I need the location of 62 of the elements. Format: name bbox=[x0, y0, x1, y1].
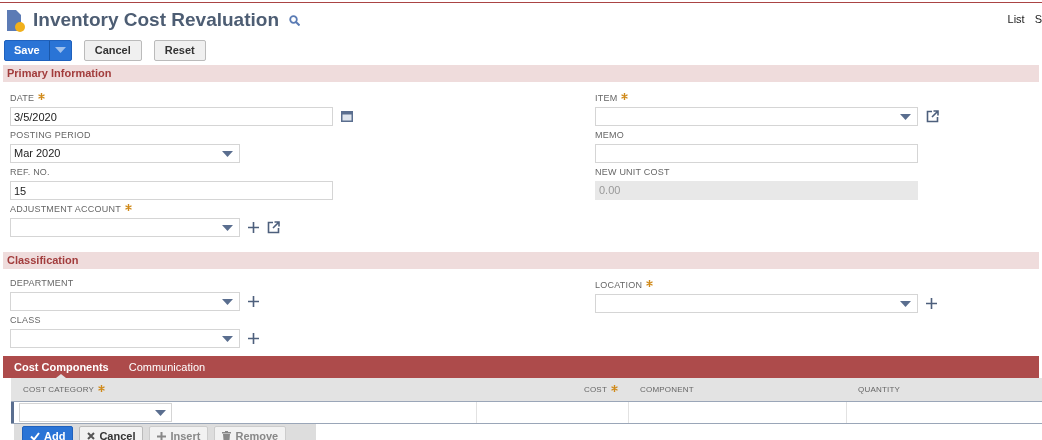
open-link-icon[interactable] bbox=[926, 110, 939, 123]
caret-icon bbox=[54, 47, 66, 53]
input-field[interactable]: 3/5/2020 bbox=[10, 107, 333, 126]
nav-link[interactable]: S bbox=[1034, 10, 1042, 28]
field-label: REF. NO. bbox=[10, 166, 50, 178]
column-header: QUANTITY bbox=[858, 383, 901, 396]
required-icon bbox=[124, 204, 132, 211]
form-button[interactable]: Cancel bbox=[83, 39, 142, 61]
page-title: Inventory Cost Revaluation bbox=[33, 8, 279, 33]
column-header: COMPONENT bbox=[640, 383, 694, 396]
caret-icon bbox=[222, 335, 233, 342]
caret-icon bbox=[222, 150, 233, 157]
column-header: COST bbox=[583, 383, 607, 396]
section-header: Primary Information bbox=[3, 65, 1039, 82]
field-label: ITEM bbox=[595, 92, 618, 104]
required-icon bbox=[611, 384, 618, 392]
caret-icon bbox=[222, 224, 233, 231]
caret-icon bbox=[900, 300, 911, 307]
close-icon bbox=[87, 432, 96, 440]
field-label: NEW UNIT COST bbox=[595, 166, 670, 178]
field-label: LOCATION bbox=[595, 279, 643, 291]
plus-icon[interactable] bbox=[926, 298, 937, 309]
section-header: Classification bbox=[3, 252, 1039, 269]
dropdown-field[interactable] bbox=[10, 329, 240, 348]
tab[interactable]: Communication bbox=[128, 356, 206, 378]
field-label: ADJUSTMENT ACCOUNT bbox=[10, 203, 121, 215]
caret-icon bbox=[155, 409, 166, 416]
add-button[interactable]: Add bbox=[22, 425, 74, 440]
dropdown-field[interactable] bbox=[595, 294, 918, 313]
dropdown-field[interactable] bbox=[10, 292, 240, 311]
required-icon bbox=[98, 384, 106, 392]
nav-link[interactable]: List bbox=[1007, 10, 1025, 28]
document-icon bbox=[6, 8, 26, 33]
form-button[interactable]: Reset bbox=[153, 39, 206, 61]
field-label: POSTING PERIOD bbox=[10, 129, 91, 141]
plus-icon[interactable] bbox=[248, 222, 259, 233]
search-icon[interactable] bbox=[289, 15, 300, 26]
calendar-icon[interactable] bbox=[341, 111, 353, 122]
field-label: CLASS bbox=[10, 314, 41, 326]
input-field[interactable]: 15 bbox=[10, 181, 333, 200]
dropdown-field[interactable]: Mar 2020 bbox=[10, 144, 240, 163]
field-label: DATE bbox=[10, 92, 35, 104]
field-label: MEMO bbox=[595, 129, 624, 141]
check-icon bbox=[30, 431, 40, 440]
column-header: COST CATEGORY bbox=[23, 383, 95, 396]
dropdown-field[interactable] bbox=[10, 218, 240, 237]
trash-icon bbox=[222, 431, 232, 440]
caret-icon bbox=[222, 298, 233, 305]
required-icon bbox=[646, 280, 654, 287]
plus-icon[interactable] bbox=[248, 296, 259, 307]
required-icon bbox=[38, 93, 46, 100]
open-link-icon[interactable] bbox=[267, 221, 280, 234]
dropdown-field[interactable] bbox=[19, 403, 172, 422]
dropdown-field[interactable] bbox=[595, 107, 918, 126]
required-icon bbox=[621, 93, 629, 100]
plus-icon[interactable] bbox=[248, 333, 259, 344]
caret-icon bbox=[900, 113, 911, 120]
input-field: 0.00 bbox=[595, 181, 918, 200]
input-field[interactable] bbox=[595, 144, 918, 163]
plus-icon bbox=[157, 431, 167, 440]
field-label: DEPARTMENT bbox=[10, 277, 74, 289]
cancel-button[interactable]: Cancel bbox=[79, 425, 144, 440]
